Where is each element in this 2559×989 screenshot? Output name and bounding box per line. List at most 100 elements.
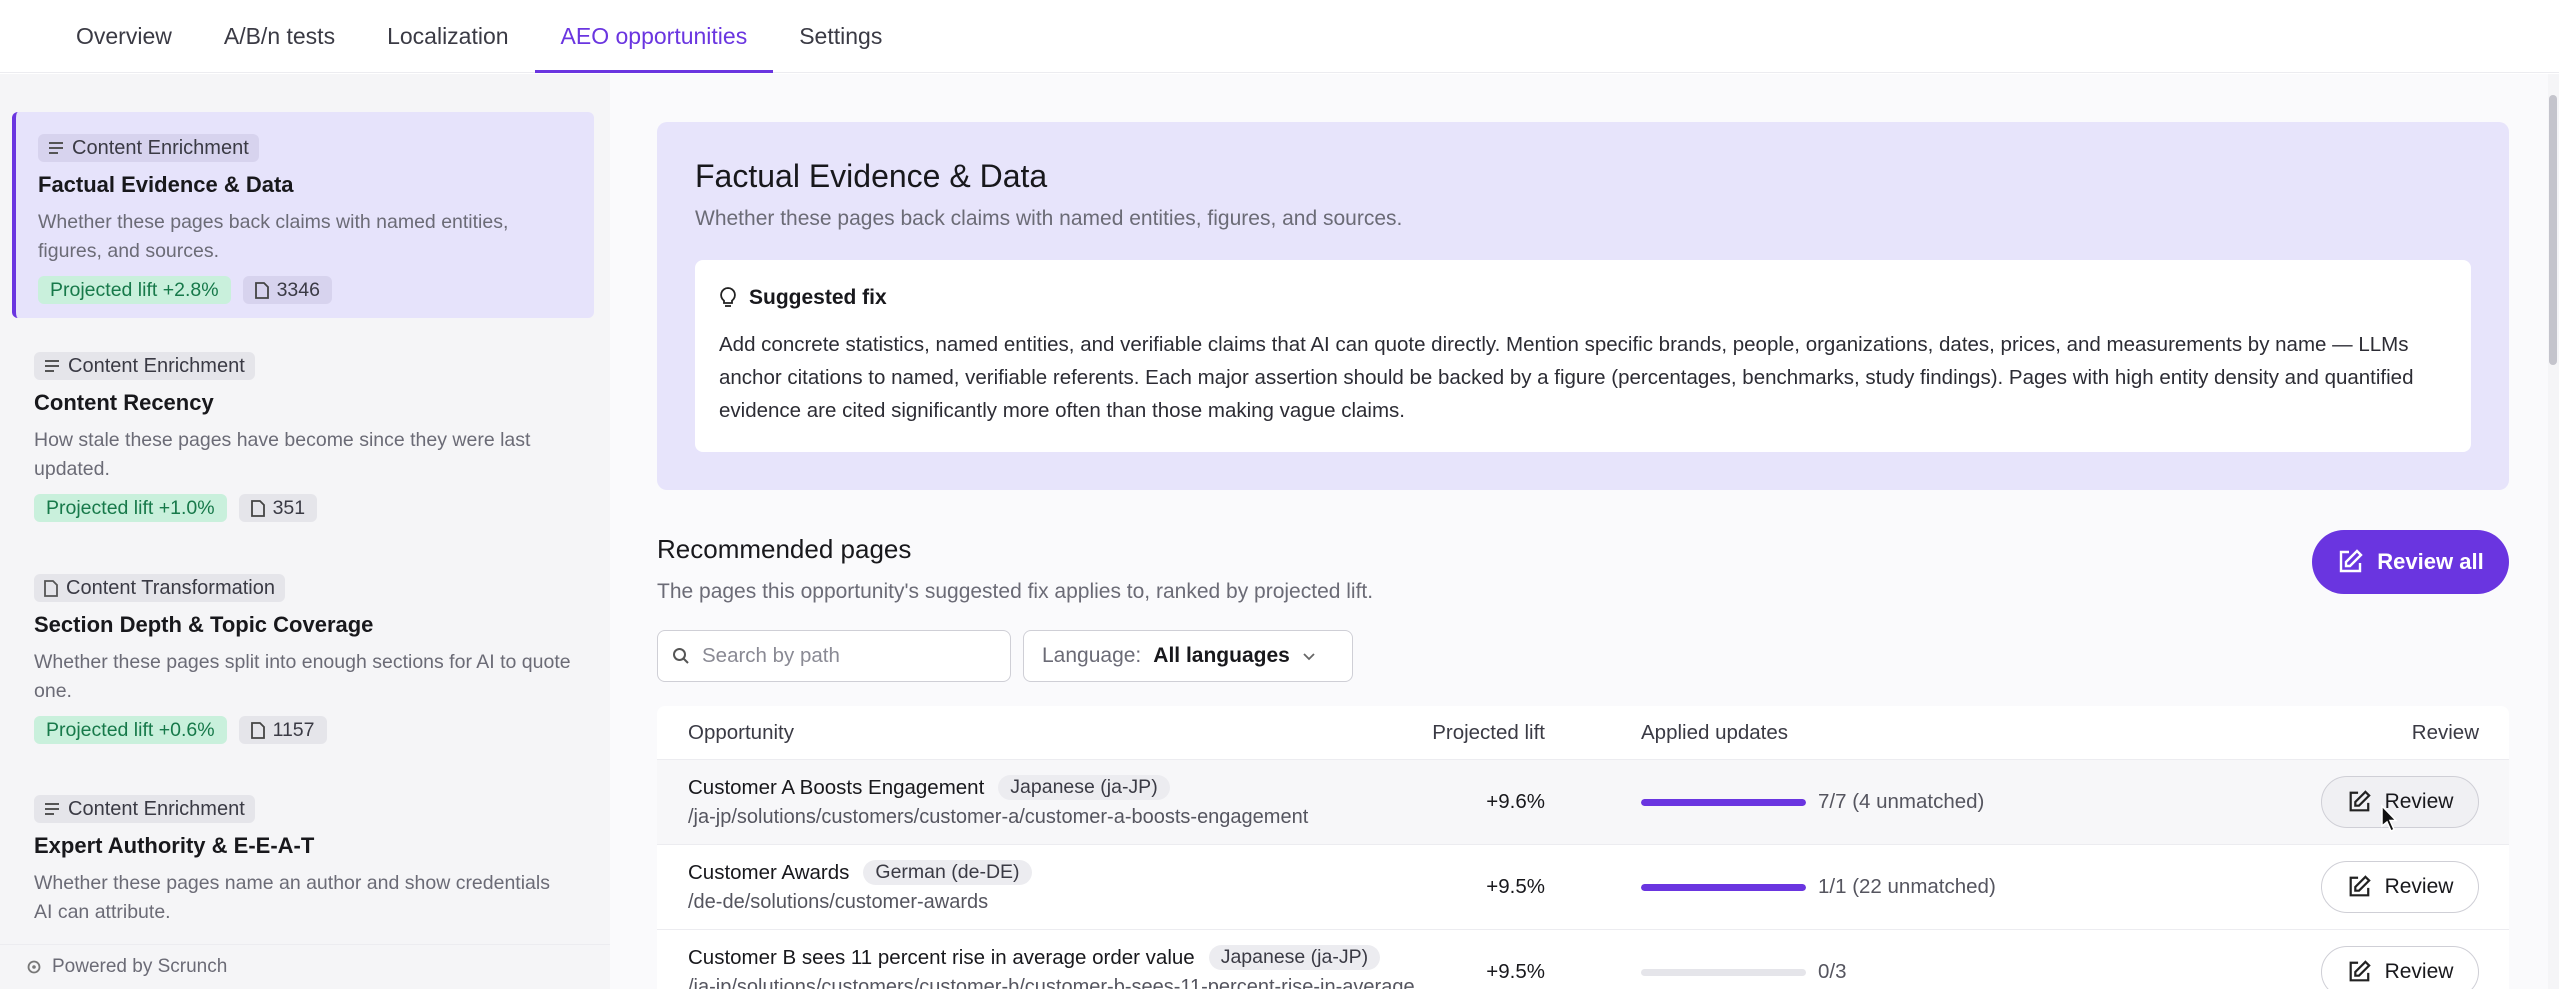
edit-icon	[2340, 549, 2363, 573]
tab-list: Overview A/B/n tests Localization AEO op…	[50, 0, 908, 73]
page-count: 351	[272, 496, 306, 519]
opportunity-card-content-recency[interactable]: Content Enrichment Content Recency How s…	[12, 330, 594, 530]
suggested-fix-box: Suggested fix Add concrete statistics, n…	[695, 260, 2471, 452]
suggested-fix-label: Suggested fix	[749, 286, 887, 309]
progress-fill	[1641, 883, 1806, 891]
top-nav: Overview A/B/n tests Localization AEO op…	[0, 0, 2559, 73]
edit-icon	[2349, 875, 2371, 897]
page-title: Customer B sees 11 percent rise in avera…	[688, 945, 1195, 969]
updates-progress-bar	[1641, 798, 1806, 806]
page-count: 3346	[276, 278, 320, 301]
table-row[interactable]: Customer B sees 11 percent rise in avera…	[657, 930, 2509, 989]
review-all-button[interactable]: Review all	[2312, 530, 2509, 594]
powered-by-text: Powered by Scrunch	[52, 956, 228, 977]
card-title: Factual Evidence & Data	[38, 172, 294, 197]
page-icon	[44, 579, 58, 597]
opportunity-subtitle: Whether these pages back claims with nam…	[695, 207, 1403, 230]
applied-updates: 0/3	[1818, 960, 1847, 983]
opportunity-title: Factual Evidence & Data	[695, 158, 1048, 194]
card-title: Content Recency	[34, 390, 214, 415]
category-chip: Content Enrichment	[38, 134, 259, 162]
mouse-cursor-icon	[2381, 804, 2398, 833]
lines-icon	[49, 142, 63, 154]
header-projected-lift: Projected lift	[1432, 720, 1545, 744]
lift-badge: Projected lift +2.8%	[38, 276, 231, 304]
page-count-badge: 3346	[242, 276, 332, 304]
page-count-badge: 1157	[238, 716, 327, 744]
page-title: Customer A Boosts Engagement	[688, 775, 985, 799]
card-title: Section Depth & Topic Coverage	[34, 612, 374, 637]
category-chip: Content Enrichment	[34, 352, 255, 380]
projected-lift: +9.5%	[1486, 960, 1545, 983]
card-title: Expert Authority & E-E-A-T	[34, 833, 315, 858]
category-label: Content Enrichment	[68, 797, 245, 820]
tab-localization[interactable]: Localization	[361, 0, 534, 73]
review-label: Review	[2384, 960, 2454, 983]
applied-updates: 7/7 (4 unmatched)	[1818, 790, 1985, 813]
suggested-fix-text: Add concrete statistics, named entities,…	[719, 333, 2414, 422]
edit-icon	[2349, 790, 2371, 812]
projected-lift: +9.5%	[1486, 875, 1545, 898]
card-description: Whether these pages back claims with nam…	[38, 211, 509, 262]
page-title: Customer Awards	[688, 860, 850, 884]
language-label: Language:	[1042, 644, 1142, 667]
header-applied-updates: Applied updates	[1641, 720, 1789, 744]
page-icon	[250, 499, 265, 517]
scrollbar-thumb[interactable]	[2549, 95, 2557, 365]
page-icon	[254, 281, 269, 299]
language-chip: Japanese (ja-JP)	[1208, 945, 1381, 970]
review-label: Review	[2384, 875, 2454, 898]
category-label: Content Transformation	[66, 576, 275, 599]
recommended-pages-title: Recommended pages	[657, 534, 912, 564]
language-chip: German (de-DE)	[863, 860, 1032, 885]
review-button[interactable]: Review	[2321, 861, 2479, 913]
powered-by-footer: Powered by Scrunch	[0, 944, 610, 989]
card-description: How stale these pages have become since …	[34, 429, 531, 480]
page-count-badge: 351	[238, 494, 318, 522]
search-input[interactable]	[702, 644, 982, 668]
card-description: Whether these pages name an author and s…	[34, 872, 550, 923]
tab-settings[interactable]: Settings	[773, 0, 908, 73]
opportunity-card-section-depth[interactable]: Content Transformation Section Depth & T…	[12, 552, 594, 752]
chevron-down-icon	[1303, 653, 1315, 661]
review-all-label: Review all	[2377, 549, 2484, 574]
review-button[interactable]: Review	[2321, 776, 2479, 828]
table-header: Opportunity Projected lift Applied updat…	[657, 706, 2509, 760]
opportunity-sidebar: Content Enrichment Factual Evidence & Da…	[0, 74, 610, 989]
page-icon	[250, 721, 265, 739]
tab-abn-tests[interactable]: A/B/n tests	[198, 0, 361, 73]
opportunity-card-expert-authority[interactable]: Content Enrichment Expert Authority & E-…	[12, 773, 594, 943]
table-row[interactable]: Customer A Boosts Engagement Japanese (j…	[657, 760, 2509, 845]
scrunch-logo-icon	[27, 960, 41, 974]
review-button[interactable]: Review	[2321, 946, 2479, 989]
opportunity-detail-panel: Factual Evidence & Data Whether these pa…	[657, 122, 2509, 490]
lines-icon	[45, 360, 59, 372]
edit-icon	[2349, 960, 2371, 982]
updates-progress-bar	[1641, 968, 1806, 976]
search-icon	[673, 648, 689, 664]
recommended-pages-subtitle: The pages this opportunity's suggested f…	[657, 580, 1374, 603]
lift-badge: Projected lift +0.6%	[34, 716, 227, 744]
table-row[interactable]: Customer Awards German (de-DE) /de-de/so…	[657, 845, 2509, 930]
card-description: Whether these pages split into enough se…	[34, 651, 571, 702]
language-value: All languages	[1153, 644, 1290, 667]
category-label: Content Enrichment	[68, 354, 245, 377]
language-select[interactable]: Language: All languages	[1023, 630, 1353, 682]
progress-fill	[1641, 798, 1806, 806]
category-chip: Content Enrichment	[34, 795, 255, 823]
lift-badge: Projected lift +1.0%	[34, 494, 227, 522]
search-field[interactable]	[657, 630, 1011, 682]
main-content: Factual Evidence & Data Whether these pa…	[610, 74, 2559, 989]
lines-icon	[45, 803, 59, 815]
opportunity-card-factual-evidence[interactable]: Content Enrichment Factual Evidence & Da…	[12, 112, 594, 318]
projected-lift: +9.6%	[1486, 790, 1545, 813]
header-review: Review	[2411, 720, 2479, 744]
tab-overview[interactable]: Overview	[50, 0, 198, 73]
category-chip: Content Transformation	[34, 574, 285, 602]
recommended-pages-table: Opportunity Projected lift Applied updat…	[657, 706, 2509, 989]
category-label: Content Enrichment	[72, 136, 249, 159]
tab-aeo-opportunities[interactable]: AEO opportunities	[534, 0, 774, 73]
updates-progress-bar	[1641, 883, 1806, 891]
applied-updates: 1/1 (22 unmatched)	[1818, 875, 1996, 898]
lightbulb-icon	[720, 287, 736, 307]
